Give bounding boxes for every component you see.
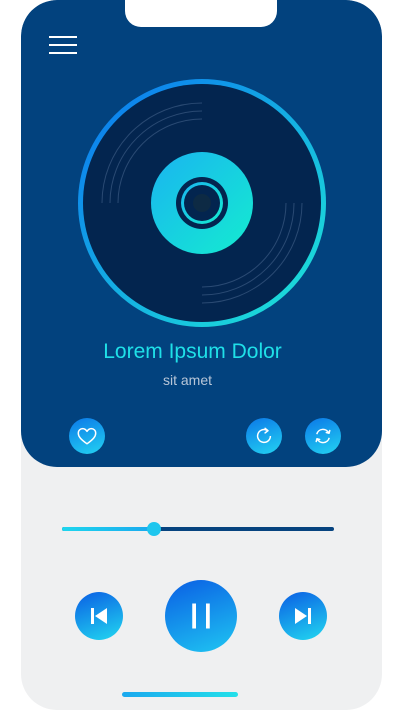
phone-frame: Lorem Ipsum Dolor sit amet bbox=[21, 0, 382, 710]
progress-fill bbox=[62, 527, 155, 531]
favorite-button[interactable] bbox=[69, 418, 105, 454]
skip-next-icon bbox=[295, 608, 311, 624]
now-playing-panel: Lorem Ipsum Dolor sit amet bbox=[21, 0, 382, 467]
previous-track-button[interactable] bbox=[75, 592, 123, 640]
hamburger-menu-icon[interactable] bbox=[47, 32, 81, 58]
vinyl-disc-artwork bbox=[78, 79, 326, 327]
phone-notch bbox=[125, 0, 277, 27]
repeat-button[interactable] bbox=[246, 418, 282, 454]
sync-icon bbox=[315, 428, 331, 444]
home-indicator[interactable] bbox=[122, 692, 238, 697]
progress-thumb[interactable] bbox=[147, 522, 162, 536]
shuffle-button[interactable] bbox=[305, 418, 341, 454]
repeat-icon bbox=[256, 427, 272, 444]
next-track-button[interactable] bbox=[279, 592, 327, 640]
pause-icon bbox=[192, 603, 210, 629]
track-title: Lorem Ipsum Dolor bbox=[103, 340, 282, 363]
playback-progress-slider[interactable] bbox=[62, 519, 334, 539]
heart-icon bbox=[77, 427, 97, 445]
play-pause-button[interactable] bbox=[165, 580, 237, 652]
track-artist: sit amet bbox=[162, 372, 212, 388]
skip-previous-icon bbox=[91, 608, 107, 624]
